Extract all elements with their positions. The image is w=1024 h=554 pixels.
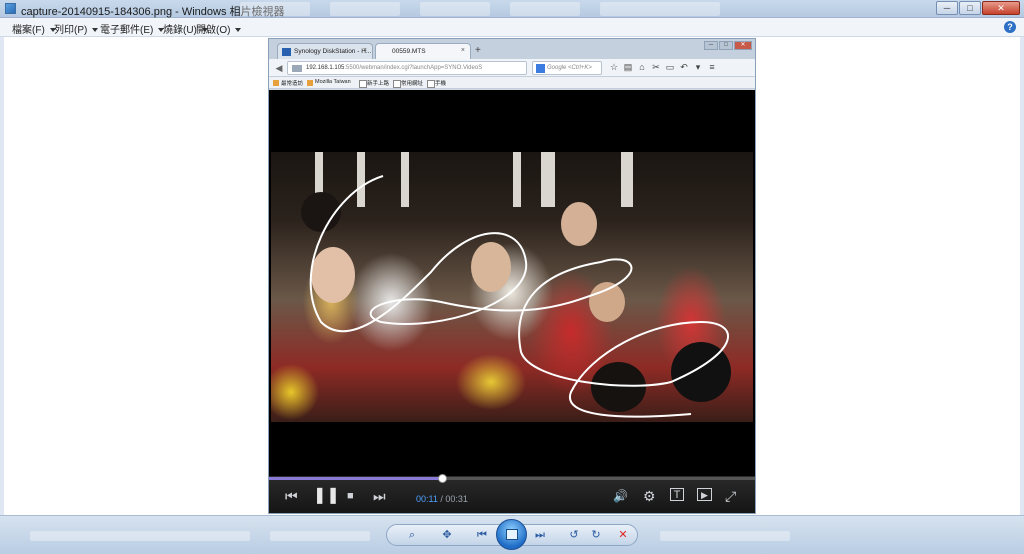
minimize-button[interactable]: ─ [936,1,958,15]
star-icon: ☆ [609,62,619,72]
browser-toolbar-icons: ☆ ▤ ⌂ ✂ ▭ ↶ ▾ ≡ [607,62,719,73]
slideshow-button[interactable] [496,519,527,550]
rotate-cw-button[interactable]: ↻ [586,528,606,542]
bookmarks-bar: 最常造訪 Mozilla Taiwan 新手上路 常用網址 手機 [269,77,755,89]
bookmark-item: 常用網址 [393,79,423,88]
browser-maximize-icon: □ [719,41,733,50]
url-host: 192.168.1.105 [306,65,345,71]
background-ghost [30,531,250,541]
pause-icon: ❚❚ [313,487,340,504]
video-player: ⏮ ❚❚ ■ ⏭ 00:11 / 00:31 🔊 ⚙ T ▶ ⤢ [269,90,755,513]
tab-label: 00559.MTS [392,48,426,55]
tab-close-icon: × [362,47,367,54]
lock-icon [292,65,302,72]
url-path: :5500/webman/index.cgi?launchApp=SYNO.Vi… [344,65,483,71]
search-box: Google <Ctrl+K> [532,61,602,75]
dropdown-icon: ▾ [695,62,701,72]
background-ghost [600,2,720,16]
browser-tab-active: 00559.MTS × [375,43,471,59]
home-icon: ⌂ [639,62,645,72]
google-icon [536,64,545,73]
background-ghost [510,2,580,16]
video-frame [271,152,753,422]
captured-browser-image: Synology DiskStation - H... × 00559.MTS … [268,38,756,514]
slideshow-icon [506,529,518,540]
settings-icon: ⚙ [643,488,656,504]
browser-close-icon: ✕ [734,41,752,50]
tab-label: Synology DiskStation - H... [294,48,372,55]
volume-icon: 🔊 [613,489,628,503]
clipboard-icon: ▤ [623,62,633,72]
bookmark-item: 最常造訪 [273,79,303,87]
tab-close-icon: × [460,47,465,54]
time-display: 00:11 / 00:31 [416,494,468,504]
menu-print[interactable]: 列印(P) [54,21,99,36]
previous-image-button[interactable]: ⏮ [472,528,492,542]
browser-tab: Synology DiskStation - H... × [277,43,373,59]
delete-button[interactable]: ✕ [613,528,633,542]
background-ghost [330,2,400,16]
fullscreen-icon: ⤢ [725,488,737,504]
menu-open[interactable]: 開啟(O) [196,21,242,36]
app-icon [5,3,16,14]
menu-file[interactable]: 檔案(F) [12,21,56,36]
duration: 00:31 [445,494,468,504]
progress-knob [437,474,447,483]
next-track-icon: ⏭ [373,488,386,504]
browser-window-buttons: ─ □ ✕ [703,41,752,50]
background-ghost [270,531,370,541]
stop-icon: ■ [347,490,354,502]
menu-bar: 檔案(F) 列印(P) 電子郵件(E) 燒錄(U) 開啟(O) ? [0,18,1024,37]
menu-email[interactable]: 電子郵件(E) [100,21,165,36]
fit-window-icon[interactable]: ✥ [437,528,457,542]
browser-nav-bar: ◀ 192.168.1.105:5500/webman/index.cgi?la… [269,59,755,77]
browser-tab-strip: Synology DiskStation - H... × 00559.MTS … [269,39,755,59]
extension-icon: ✂ [652,62,660,72]
background-ghost [660,531,790,541]
search-placeholder: Google <Ctrl+K> [547,65,592,71]
title-bar: capture-20140915-184306.png - Windows 相片… [0,0,1024,18]
help-icon[interactable]: ? [1004,21,1016,33]
progress-bar [269,474,755,483]
undo-icon: ↶ [680,62,688,72]
rotate-ccw-button[interactable]: ↺ [564,528,584,542]
subtitle-icon: T [670,488,684,501]
caption-buttons: ─ □ ✕ [935,1,1020,15]
back-icon: ◀ [275,63,283,73]
bookmark-item: Mozilla Taiwan [307,79,351,86]
bookmark-item: 新手上路 [359,79,389,88]
synology-favicon-icon [282,48,291,56]
zoom-icon[interactable]: ⌕ [402,528,422,542]
url-bar: 192.168.1.105:5500/webman/index.cgi?laun… [287,61,527,75]
scribble-path [309,175,729,418]
screen-icon: ▶ [697,488,712,501]
background-ghost [240,2,310,16]
bookmark-item: 手機 [427,79,446,88]
close-button[interactable]: ✕ [982,1,1020,15]
progress-fill [269,477,442,480]
background-ghost [420,2,490,16]
browser-minimize-icon: ─ [704,41,718,50]
maximize-button[interactable]: □ [959,1,981,15]
previous-track-icon: ⏮ [285,488,298,504]
drawn-scribble-overlay [309,175,729,418]
hamburger-menu-icon: ≡ [709,62,715,72]
chat-icon: ▭ [665,62,675,72]
next-image-button[interactable]: ⏭ [530,528,550,542]
photo-viewer-window: capture-20140915-184306.png - Windows 相片… [0,0,1024,554]
new-tab-icon: + [475,45,481,56]
current-time: 00:11 [416,494,438,504]
